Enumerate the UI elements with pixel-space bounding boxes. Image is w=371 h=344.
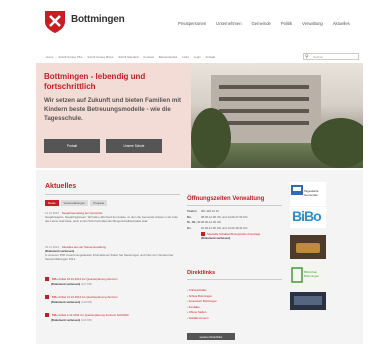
promo-image (296, 243, 320, 253)
direktlink-kontakte[interactable]: Kontakte (187, 305, 282, 309)
main-nav: Privatpersonen Unternehmen Gemeinde Poli… (178, 21, 360, 26)
direktlink-notfallnummern[interactable]: Notfallnummern (187, 316, 282, 320)
news-item: 23.12.2014 Aktuelles aus der Steuerverwa… (45, 245, 180, 262)
event-promo[interactable] (290, 292, 326, 310)
pdf-link[interactable]: BiBo Artikel 18.10.2014 zur Quartierplan… (52, 277, 118, 281)
hero-banner: Bottmingen - lebendig und fortschrittlic… (36, 63, 363, 168)
opening-hours: Telefon 061 426 10 10 Mo. 08.00-12.00 Uhr … (187, 209, 282, 240)
pdf-link[interactable]: BiBo Artikel 4.12.2014 zur Quartierplanu… (52, 313, 129, 317)
util-font-minus[interactable]: Schrift Grösse Minus (87, 55, 113, 59)
hours-row: Di., Mi., Fr. 08.00-12.00 Uhr (187, 220, 222, 224)
school-button[interactable]: Unsere Schule (106, 139, 162, 153)
pdf-link[interactable]: BiBo Artikel 21.10.2014 zur Quartierplan… (52, 295, 118, 299)
divider (45, 194, 180, 195)
pdf-size: (120 KB) (81, 300, 93, 305)
bibliothek-label: Bibliothek Bottmingen (304, 270, 320, 278)
school-building-photo (191, 63, 363, 168)
tab-projects[interactable]: Projekte (90, 200, 108, 206)
pdf-size: (114 KB) (81, 318, 92, 323)
pdf-item: BiBo Artikel 21.10.2014 zur Quartierplan… (45, 295, 180, 304)
news-body: Neujahrsapéro, Neujahrsgrüssen. Wir lade… (45, 215, 178, 223)
coat-of-arms-logo[interactable] (44, 10, 66, 34)
util-font-plus[interactable]: Schrift Grösse Plus (58, 55, 82, 59)
hours-row: Telefon 061 426 10 10 (187, 209, 219, 213)
divider (187, 279, 282, 280)
util-font-standard[interactable]: Schrift Standard (118, 55, 138, 59)
pdf-doc-link[interactable]: (Dokument verlassen) (51, 318, 80, 322)
hours-title: Öffnungszeiten Verwaltung (187, 196, 265, 202)
pdf-icon (45, 295, 49, 300)
utility-bar: Home Schrift Grösse Plus Schrift Grösse … (40, 53, 359, 61)
holiday-doc-link[interactable]: (Dokument verlassen) (201, 236, 282, 240)
util-login[interactable]: Login (194, 55, 201, 59)
hours-row: Do. 10.00-12.00 Uhr und 14.00-18.30 Uhr (187, 225, 248, 230)
nav-item-privatpersonen[interactable]: Privatpersonen (178, 21, 206, 26)
more-direktlinks-button[interactable]: weitere Direktlinks (187, 333, 235, 340)
util-links[interactable]: Links (182, 55, 189, 59)
pdf-icon (45, 277, 49, 282)
book-icon (291, 267, 303, 283)
portrait-button[interactable]: Portrait (44, 139, 100, 153)
aktuelles-title: Aktuelles (45, 183, 77, 190)
tab-news[interactable]: News (45, 200, 59, 206)
nav-item-gemeinde[interactable]: Gemeinde (252, 21, 271, 26)
nav-item-verwaltung[interactable]: Verwaltung (302, 21, 323, 26)
site-header: Bottmingen Privatpersonen Unternehmen Ge… (0, 0, 371, 42)
search-placeholder: Suchen (313, 55, 324, 59)
bibo-logo: BiBo (292, 208, 322, 224)
nav-item-politik[interactable]: Politik (281, 21, 292, 26)
pdf-size: (117 KB) (81, 282, 92, 287)
util-contrast[interactable]: Kontrast (143, 55, 153, 59)
direktlinks-title: Direktlinks (187, 270, 216, 276)
util-accessibility[interactable]: Barrierefreiheit (159, 55, 177, 59)
search-icon: ⚲ (305, 54, 309, 60)
tageskarte-label: Tageskarte Gemeinde (304, 189, 319, 197)
pdf-doc-link[interactable]: (Dokument verlassen) (51, 282, 80, 286)
hero-title: Bottmingen - lebendig und fortschrittlic… (44, 72, 146, 91)
holiday-hours-link[interactable]: Spezielle Schalteröffnungszeiten Feierta… (207, 232, 260, 236)
tree (311, 118, 363, 168)
pdf-item: BiBo Artikel 18.10.2014 zur Quartierplan… (45, 277, 180, 286)
search-input[interactable]: ⚲ Suchen (303, 53, 359, 60)
direktlink-feuerwehr[interactable]: Feuerwehr Bottmingen (187, 299, 282, 303)
hero-text: Wir setzen auf Zukunft und bieten Famili… (44, 97, 182, 122)
direktlink-onlineschalter[interactable]: Onlineschalter (187, 288, 282, 292)
news-item: 14.01.2015 Neujahrsempfang der Gemeinde … (45, 211, 180, 224)
news-tabs: News Veranstaltungen Projekte (45, 200, 109, 206)
direktlinks-list: Onlineschalter Schule Bottmingen Feuerwe… (187, 288, 282, 322)
divider (187, 205, 282, 206)
pdf-doc-link[interactable]: (Dokument verlassen) (51, 300, 80, 304)
nav-item-unternehmen[interactable]: Unternehmen (216, 21, 241, 26)
direktlink-schule[interactable]: Schule Bottmingen (187, 294, 282, 298)
nav-item-aktuelles[interactable]: Aktuelles (333, 21, 350, 26)
tageskarte-promo[interactable]: Tageskarte Gemeinde (290, 182, 326, 206)
bibo-promo[interactable]: BiBo (290, 207, 326, 228)
direktlink-offene-stellen[interactable]: Offene Stellen (187, 310, 282, 314)
bibliothek-promo[interactable]: Bibliothek Bottmingen (290, 263, 326, 288)
tab-events[interactable]: Veranstaltungen (60, 200, 89, 206)
photo-promo[interactable] (290, 235, 326, 259)
pdf-item: BiBo Artikel 4.12.2014 zur Quartierplanu… (45, 313, 180, 322)
util-home[interactable]: Home (46, 55, 53, 59)
news-body: In unserem PDF zusammengefassten Informa… (45, 253, 174, 261)
utility-nav: Home Schrift Grösse Plus Schrift Grösse … (46, 55, 220, 59)
util-contact[interactable]: Kontakt (206, 55, 216, 59)
tree (191, 108, 231, 168)
logo-name[interactable]: Bottmingen (71, 14, 125, 25)
promo-image (294, 296, 322, 305)
pdf-icon (45, 313, 49, 318)
hours-row: Mo. 08.00-12.00 Uhr und 14.00-17.00 Uhr (187, 214, 248, 219)
